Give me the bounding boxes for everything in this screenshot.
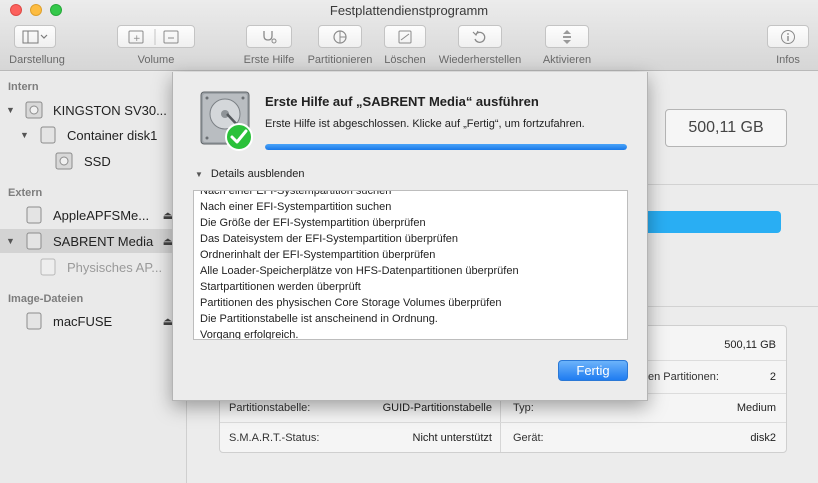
first-aid-button[interactable] bbox=[246, 25, 292, 48]
info-row-divider bbox=[220, 422, 786, 423]
sidebar-item-appleapfs[interactable]: AppleAPFSMe... ⏏ bbox=[0, 203, 187, 227]
capacity-box: 500,11 GB bbox=[665, 109, 787, 147]
log-line: Das Dateisystem der EFI-Systempartition … bbox=[200, 233, 458, 245]
volume-label: Volume bbox=[137, 54, 175, 66]
pie-partition-icon bbox=[333, 29, 347, 44]
sidebar-item-sabrent[interactable]: ▼ SABRENT Media ⏏ bbox=[0, 229, 187, 253]
sidebar-section-image-dateien: Image-Dateien bbox=[8, 293, 84, 305]
erase-button[interactable] bbox=[384, 25, 426, 48]
first-aid-dialog: Erste Hilfe auf „SABRENT Media“ ausführe… bbox=[172, 72, 648, 401]
info-partition-table-value: GUID-Partitionstabelle bbox=[382, 402, 492, 414]
restore-arrow-icon bbox=[472, 30, 486, 43]
external-disk-icon bbox=[26, 232, 42, 250]
container-icon bbox=[40, 126, 56, 144]
hard-drive-success-icon bbox=[200, 91, 253, 151]
sidebar-item-label: AppleAPFSMe... bbox=[53, 207, 150, 223]
restore-button[interactable] bbox=[458, 25, 502, 48]
sidebar-item-label: Container disk1 bbox=[67, 127, 158, 143]
stethoscope-icon bbox=[263, 30, 277, 43]
image-disk-icon bbox=[26, 312, 42, 330]
log-line: Nach einer EFI-Systempartition suchen bbox=[200, 190, 392, 197]
log-line: Startpartitionen werden überprüft bbox=[200, 281, 361, 293]
disclosure-open-icon[interactable]: ▼ bbox=[20, 130, 29, 140]
toolbar: Festplattendienstprogramm Darstellung + … bbox=[0, 0, 818, 71]
info-smart-value: Nicht unterstützt bbox=[412, 432, 492, 444]
sidebar: Intern ▼ KINGSTON SV30... ▼ Container di… bbox=[0, 72, 187, 483]
sidebar-item-label: KINGSTON SV30... bbox=[53, 102, 167, 118]
first-aid-label: Erste Hilfe bbox=[243, 54, 295, 66]
sidebar-item-label: macFUSE bbox=[53, 313, 113, 329]
info-partition-table-label: Partitionstabelle: bbox=[229, 402, 311, 414]
sidebar-section-extern: Extern bbox=[8, 187, 43, 199]
sidebar-item-ssd[interactable]: SSD bbox=[0, 149, 187, 173]
volume-disk-icon bbox=[55, 152, 73, 170]
view-button[interactable] bbox=[14, 25, 56, 48]
erase-label: Löschen bbox=[384, 54, 426, 66]
details-toggle-label: Details ausblenden bbox=[210, 168, 305, 180]
done-button[interactable]: Fertig bbox=[558, 360, 628, 381]
restore-label: Wiederherstellen bbox=[438, 54, 522, 66]
volume-button-group[interactable]: + bbox=[117, 25, 195, 48]
disclosure-open-icon[interactable]: ▼ bbox=[6, 236, 15, 246]
sidebar-item-label: SSD bbox=[84, 153, 111, 169]
sidebar-item-physisches-ap[interactable]: Physisches AP... bbox=[0, 255, 187, 279]
sidebar-item-label: SABRENT Media bbox=[53, 233, 154, 249]
svg-text:+: + bbox=[133, 34, 141, 44]
disclosure-open-icon[interactable]: ▼ bbox=[6, 105, 15, 115]
log-line: Partitionen des physischen Core Storage … bbox=[200, 297, 502, 309]
partition-label: Partitionieren bbox=[307, 54, 373, 66]
progress-bar bbox=[265, 144, 627, 150]
add-volume-icon: + bbox=[128, 28, 156, 45]
sidebar-item-macfuse[interactable]: macFUSE ⏏ bbox=[0, 309, 187, 333]
remove-volume-icon bbox=[163, 30, 179, 43]
info-smart-label: S.M.A.R.T.-Status: bbox=[229, 432, 320, 444]
details-log[interactable]: Nach einer EFI-Systempartition suchen Nac… bbox=[193, 190, 628, 340]
progress-fill bbox=[265, 144, 627, 150]
details-toggle[interactable]: ▼ Details ausblenden bbox=[195, 168, 305, 180]
log-line: Vorgang erfolgreich. bbox=[200, 329, 299, 340]
physical-store-icon bbox=[40, 258, 56, 276]
log-line: Ordnerinhalt der EFI-Systempartition übe… bbox=[200, 249, 436, 261]
mount-label: Aktivieren bbox=[542, 54, 592, 66]
external-disk-icon bbox=[26, 206, 42, 224]
log-line: Die Partitionstabelle ist anscheinend in… bbox=[200, 313, 438, 325]
mount-icon bbox=[563, 29, 571, 44]
info-capacity-value: 500,11 GB bbox=[724, 339, 776, 351]
sidebar-section-intern: Intern bbox=[8, 81, 39, 93]
info-partitions-value: 2 bbox=[769, 371, 776, 383]
info-type-label: Typ: bbox=[513, 402, 534, 414]
dialog-title: Erste Hilfe auf „SABRENT Media“ ausführe… bbox=[265, 94, 539, 109]
window-title: Festplattendienstprogramm bbox=[329, 3, 489, 18]
sidebar-view-icon bbox=[22, 30, 48, 43]
sidebar-item-kingston[interactable]: ▼ KINGSTON SV30... bbox=[0, 98, 187, 122]
disclosure-open-icon: ▼ bbox=[195, 169, 203, 179]
sidebar-item-label: Physisches AP... bbox=[67, 259, 163, 275]
info-type-value: Medium bbox=[736, 402, 776, 414]
info-partitions-label: en Partitionen: bbox=[648, 371, 719, 383]
log-lines: Nach einer EFI-Systempartition suchen Nac… bbox=[200, 190, 620, 340]
info-device-value: disk2 bbox=[750, 432, 776, 444]
log-line: Die Größe der EFI-Systempartition überpr… bbox=[200, 217, 426, 229]
view-label: Darstellung bbox=[9, 54, 65, 66]
log-line: Nach einer EFI-Systempartition suchen bbox=[200, 201, 392, 213]
erase-disk-icon bbox=[398, 30, 412, 43]
info-button[interactable] bbox=[767, 25, 809, 48]
partition-button[interactable] bbox=[318, 25, 362, 48]
dialog-message: Erste Hilfe ist abgeschlossen. Klicke au… bbox=[265, 118, 585, 130]
info-label: Infos bbox=[776, 54, 800, 66]
mount-button[interactable] bbox=[545, 25, 589, 48]
info-icon bbox=[781, 29, 795, 44]
log-line: Alle Loader-Speicherplätze von HFS-Daten… bbox=[200, 265, 519, 277]
info-device-label: Gerät: bbox=[513, 432, 544, 444]
sidebar-item-container-disk1[interactable]: ▼ Container disk1 bbox=[0, 123, 187, 147]
internal-disk-icon bbox=[25, 101, 43, 119]
